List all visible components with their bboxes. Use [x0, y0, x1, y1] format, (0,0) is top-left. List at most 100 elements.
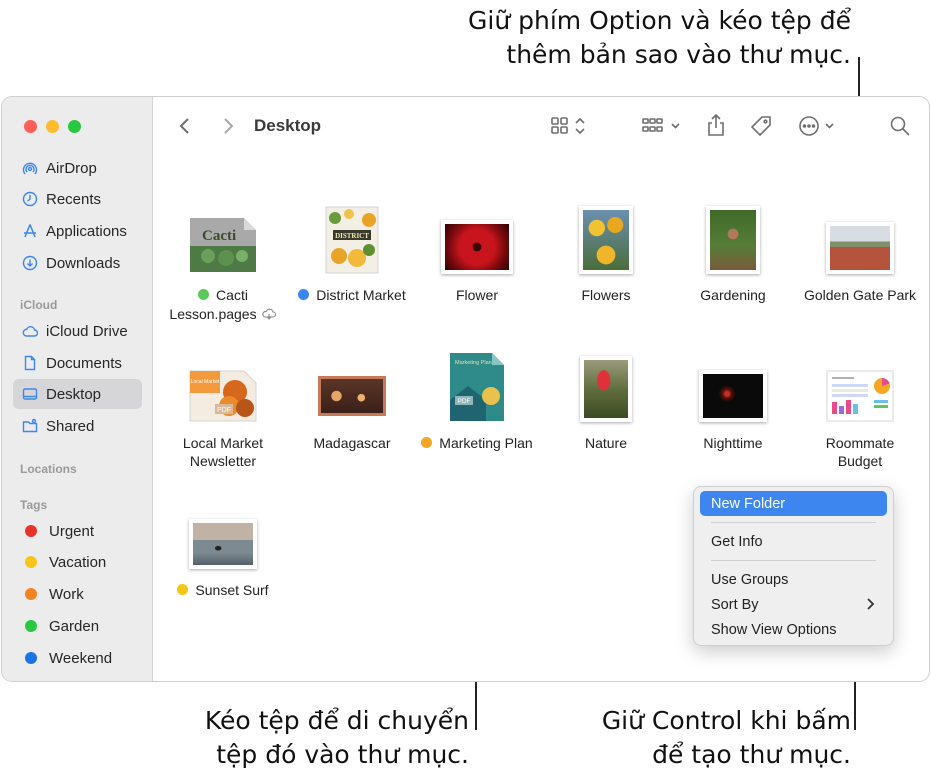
photo-thumbnail: [706, 206, 760, 274]
sidebar-tag-garden[interactable]: Garden: [13, 611, 142, 641]
file-item-madagascar[interactable]: Madagascar: [287, 334, 417, 452]
pdf-document-thumbnail: Local Market PDF: [189, 370, 257, 422]
file-item-flowers[interactable]: Flowers: [541, 186, 671, 304]
sidebar-item-recents[interactable]: Recents: [13, 184, 142, 214]
file-name: Marketing Plan: [412, 434, 542, 452]
menu-item-label: New Folder: [711, 495, 786, 512]
menu-item-label: Get Info: [711, 533, 763, 550]
file-item-sunset-surf[interactable]: Sunset Surf: [158, 481, 288, 599]
sidebar-item-downloads[interactable]: Downloads: [13, 248, 142, 278]
sidebar-item-icloud-drive[interactable]: iCloud Drive: [13, 316, 142, 346]
more-actions-button[interactable]: [797, 114, 841, 138]
callout-control-click: Giữ Control khi bấm để tạo thư mục.: [431, 704, 851, 772]
sidebar-item-shared[interactable]: Shared: [13, 411, 142, 441]
file-thumbnail: [412, 186, 542, 274]
file-item-golden-gate-park[interactable]: Golden Gate Park: [795, 186, 925, 304]
sidebar-item-label: Recents: [46, 190, 102, 208]
chevron-right-icon: [867, 598, 875, 610]
tag-color-dot: [25, 525, 37, 537]
file-thumbnail: [541, 334, 671, 422]
group-button[interactable]: [639, 114, 683, 138]
thumb-text: DISTRICT: [335, 232, 369, 240]
file-item-district-market[interactable]: DISTRICT District Market: [287, 186, 417, 304]
zoom-button[interactable]: [68, 120, 81, 133]
callout-text: thêm bản sao vào thư mục.: [506, 40, 851, 69]
callout-text: Giữ phím Option và kéo tệp để: [468, 6, 851, 35]
file-name-text: District Market: [316, 287, 406, 303]
callout-text: để tạo thư mục.: [652, 740, 851, 769]
file-name: Flowers: [541, 286, 671, 304]
sidebar: AirDrop Recents Applications Downloads i…: [2, 97, 153, 681]
file-name-text: Local Market: [182, 435, 264, 451]
view-mode-button[interactable]: [547, 114, 591, 138]
search-button[interactable]: [887, 113, 913, 139]
photo-thumbnail: [826, 222, 894, 274]
file-name-text: Flower: [455, 287, 498, 303]
file-name: Flower: [412, 286, 542, 304]
file-name-text: Madagascar: [313, 435, 391, 451]
clock-icon: [22, 191, 38, 207]
minimize-button[interactable]: [46, 120, 59, 133]
sidebar-item-label: AirDrop: [46, 159, 97, 177]
share-button[interactable]: [703, 111, 729, 139]
file-thumbnail: DISTRICT: [287, 186, 417, 274]
search-icon: [890, 116, 910, 136]
context-menu: New Folder Get Info Use Groups Sort By S…: [693, 486, 894, 646]
sidebar-tag-urgent[interactable]: Urgent: [13, 516, 142, 546]
tag-color-dot: [421, 437, 433, 448]
sidebar-item-documents[interactable]: Documents: [13, 348, 142, 378]
applications-icon: [22, 223, 38, 239]
file-item-roommate-budget[interactable]: Roommate Budget: [795, 334, 925, 470]
sidebar-item-label: Shared: [46, 417, 95, 435]
file-item-nighttime[interactable]: Nighttime: [668, 334, 798, 452]
spreadsheet-thumbnail: [826, 370, 894, 422]
photo-thumbnail: [580, 356, 632, 422]
menu-item-show-view-options[interactable]: Show View Options: [700, 617, 887, 642]
file-thumbnail: [668, 186, 798, 274]
file-thumbnail: Local Market PDF: [158, 334, 288, 422]
file-name-line2: Lesson.pages: [158, 305, 288, 323]
tag-button[interactable]: [748, 113, 774, 139]
thumb-text: Cacti: [202, 228, 236, 244]
sidebar-tag-vacation[interactable]: Vacation: [13, 547, 142, 577]
sidebar-item-label: Documents: [46, 354, 122, 372]
file-thumbnail: [668, 334, 798, 422]
photo-thumbnail: [189, 519, 257, 569]
back-button[interactable]: [173, 115, 197, 137]
file-thumbnail: [287, 334, 417, 422]
file-item-nature[interactable]: Nature: [541, 334, 671, 452]
file-name-text: Sunset Surf: [195, 582, 269, 598]
grid-view-icon: [551, 117, 585, 135]
sidebar-tag-work[interactable]: Work: [13, 579, 142, 609]
file-name: Gardening: [668, 286, 798, 304]
file-item-marketing-plan[interactable]: Marketing Plan PDF Marketing Plan: [412, 334, 542, 452]
sidebar-item-desktop[interactable]: Desktop: [13, 379, 142, 409]
menu-item-use-groups[interactable]: Use Groups: [700, 567, 887, 592]
sidebar-tag-weekend[interactable]: Weekend: [13, 643, 142, 673]
sidebar-item-airdrop[interactable]: AirDrop: [13, 153, 142, 183]
callout-text: Giữ Control khi bấm: [601, 706, 851, 735]
file-item-local-market-newsletter[interactable]: Local Market PDF Local Market Newsletter: [158, 334, 288, 470]
cloud-icon: [22, 323, 38, 339]
file-name: Nature: [541, 434, 671, 452]
photo-thumbnail: [699, 370, 767, 422]
file-name: Madagascar: [287, 434, 417, 452]
menu-item-sort-by[interactable]: Sort By: [700, 592, 887, 617]
menu-item-label: Sort By: [711, 596, 759, 613]
callout-text: Kéo tệp để di chuyển: [204, 706, 469, 735]
forward-button[interactable]: [216, 115, 240, 137]
ellipsis-circle-icon: [799, 116, 834, 136]
close-button[interactable]: [24, 120, 37, 133]
sidebar-item-applications[interactable]: Applications: [13, 216, 142, 246]
menu-item-label: Show View Options: [711, 621, 837, 638]
file-name-text: Lesson.pages: [169, 306, 257, 322]
menu-item-get-info[interactable]: Get Info: [700, 529, 887, 554]
menu-item-new-folder[interactable]: New Folder: [700, 491, 887, 516]
file-item-gardening[interactable]: Gardening: [668, 186, 798, 304]
file-item-cacti-lesson[interactable]: Cacti Cacti Lesson.pages: [158, 186, 288, 323]
photo-thumbnail: [579, 206, 633, 274]
file-item-flower[interactable]: Flower: [412, 186, 542, 304]
callout-option-drag: Giữ phím Option và kéo tệp để thêm bản s…: [291, 4, 851, 72]
shared-folder-icon: [22, 418, 38, 434]
chevron-left-icon: [179, 118, 189, 134]
